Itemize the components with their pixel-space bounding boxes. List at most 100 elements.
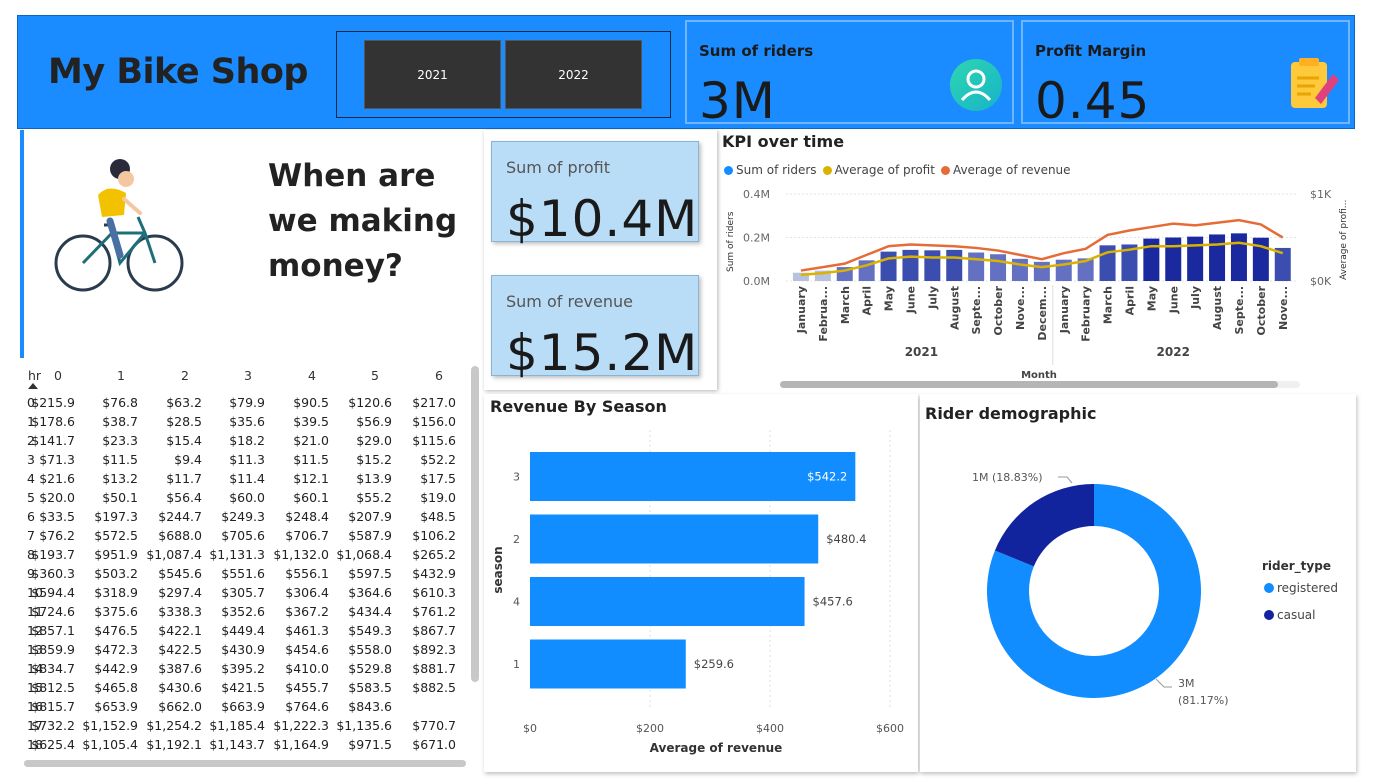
kpi-xtick-label: March [1102,286,1115,324]
riders-bar[interactable] [1187,236,1204,281]
registered-leader-line [1155,678,1172,688]
table-cell: $461.3 [285,623,329,638]
table-cell: $1,143.7 [209,737,265,752]
riders-bar[interactable] [1143,238,1160,281]
kpi-xlabel: Month [1021,370,1057,381]
kpi-ytick-label: 0.0M [743,275,770,288]
table-row: 17 $732.2 $1,152.9 $1,254.2 $1,185.4 $1,222.3… [20,718,470,737]
kpi-xtick-label: January [795,286,808,334]
column-header-4[interactable]: 4 [308,368,316,383]
season-bar[interactable] [530,639,686,689]
question-line-1: When are [268,158,436,194]
donut-legend-swatch[interactable] [1264,610,1274,620]
table-cell: $1,131.3 [209,547,265,562]
table-cell: $90.5 [293,395,329,410]
legend-revenue[interactable]: Average of revenue [940,163,1071,177]
table-cell: $11.7 [166,471,202,486]
table-cell: $551.6 [221,566,265,581]
season-bar[interactable] [530,577,805,626]
sort-asc-icon[interactable] [28,383,38,389]
table-row: 6 $33.5 $197.3 $244.7 $249.3 $248.4 $207.9 $48.… [20,509,470,528]
year-2021-button[interactable]: 2021 [364,40,501,109]
season-xlabel: Average of revenue [650,741,783,755]
table-cell: $50.1 [102,490,138,505]
table-cell: $732.2 [31,718,75,733]
casual-data-label: 1M (18.83%) [972,471,1043,484]
column-header-1[interactable]: 1 [117,368,125,383]
table-row-key: 5 [27,490,35,505]
season-bar[interactable] [530,514,819,564]
table-cell: $11.3 [229,452,265,467]
table-cell: $1,254.2 [146,718,202,733]
riders-bar[interactable] [902,249,919,281]
table-cell: $39.5 [293,414,329,429]
riders-bar[interactable] [924,250,941,281]
table-cell: $812.5 [31,680,75,695]
table-cell: $583.5 [348,680,392,695]
hourly-revenue-table: hr 0 1 2 3 4 5 6 0 $215.9 $76.8 $63.2 $79.9 $90.5 $1… [20,360,482,770]
donut-legend-label[interactable]: registered [1277,581,1338,595]
kpi-xtick-label: March [839,286,852,324]
table-horizontal-scrollbar[interactable] [24,760,466,767]
table-cell: $610.3 [412,585,456,600]
table-cell: $688.0 [158,528,202,543]
legend-profit[interactable]: Average of profit [822,163,935,177]
app-title: My Bike Shop [48,52,309,92]
table-cell: $892.3 [412,642,456,657]
table-cell: $12.1 [293,471,329,486]
row-header-hr[interactable]: hr [28,368,41,383]
table-cell: $761.2 [412,604,456,619]
table-cell: $764.6 [285,699,329,714]
season-xtick-label: $200 [636,722,664,735]
table-cell: $15.4 [166,433,202,448]
riders-bar[interactable] [1165,237,1182,282]
table-cell: $410.0 [285,661,329,676]
season-data-label: $259.6 [694,657,734,671]
column-header-6[interactable]: 6 [435,368,443,383]
table-cell: $249.3 [221,509,265,524]
riders-bar[interactable] [968,252,985,281]
table-cell: $671.0 [412,737,456,752]
table-row: 2 $141.7 $23.3 $15.4 $18.2 $21.0 $29.0 $115.6 [20,433,470,452]
table-cell: $770.7 [412,718,456,733]
riders-bar[interactable] [990,254,1007,281]
donut-slice-casual[interactable] [994,484,1094,567]
table-cell: $338.3 [158,604,202,619]
table-cell: $71.3 [39,452,75,467]
riders-bar[interactable] [880,251,897,281]
legend-revenue-swatch [940,165,950,175]
kpi-y2tick-label: $1K [1310,188,1332,201]
table-cell: $421.5 [221,680,265,695]
table-cell: $587.9 [348,528,392,543]
legend-riders-label: Sum of riders [736,163,817,177]
column-header-5[interactable]: 5 [371,368,379,383]
table-row: 7 $76.2 $572.5 $688.0 $705.6 $706.7 $587.9 $106… [20,528,470,547]
table-cell: $11.5 [293,452,329,467]
kpi-scrollbar-thumb[interactable] [780,381,1278,388]
riders-bar[interactable] [1033,261,1050,281]
legend-riders[interactable]: Sum of riders [724,163,817,177]
riders-bar[interactable] [1230,233,1247,281]
table-cell: $724.6 [31,604,75,619]
donut-legend-label[interactable]: casual [1277,608,1316,622]
table-cell: $217.0 [412,395,456,410]
table-cell: $449.4 [221,623,265,638]
table-row-key: 7 [27,528,35,543]
column-header-0[interactable]: 0 [54,368,62,383]
margin-kpi-card: Profit Margin 0.45 [1021,20,1350,130]
riders-bar[interactable] [1209,234,1226,281]
table-cell: $265.2 [412,547,456,562]
column-header-2[interactable]: 2 [181,368,189,383]
table-cell: $364.6 [348,585,392,600]
table-vertical-scrollbar[interactable] [471,366,479,682]
table-cell: $653.9 [94,699,138,714]
year-2022-button[interactable]: 2022 [505,40,642,109]
table-row: 15 $812.5 $465.8 $430.6 $421.5 $455.7 $583.5 $8… [20,680,470,699]
revenue-card: Sum of revenue $15.2M [491,275,699,382]
column-header-3[interactable]: 3 [244,368,252,383]
donut-legend-swatch[interactable] [1264,583,1274,593]
riders-bar[interactable] [946,249,963,281]
riders-bar[interactable] [1011,258,1028,281]
table-row: 8 $193.7 $951.9 $1,087.4 $1,131.3 $1,132.0 $1,… [20,547,470,566]
season-xtick-label: $600 [876,722,904,735]
